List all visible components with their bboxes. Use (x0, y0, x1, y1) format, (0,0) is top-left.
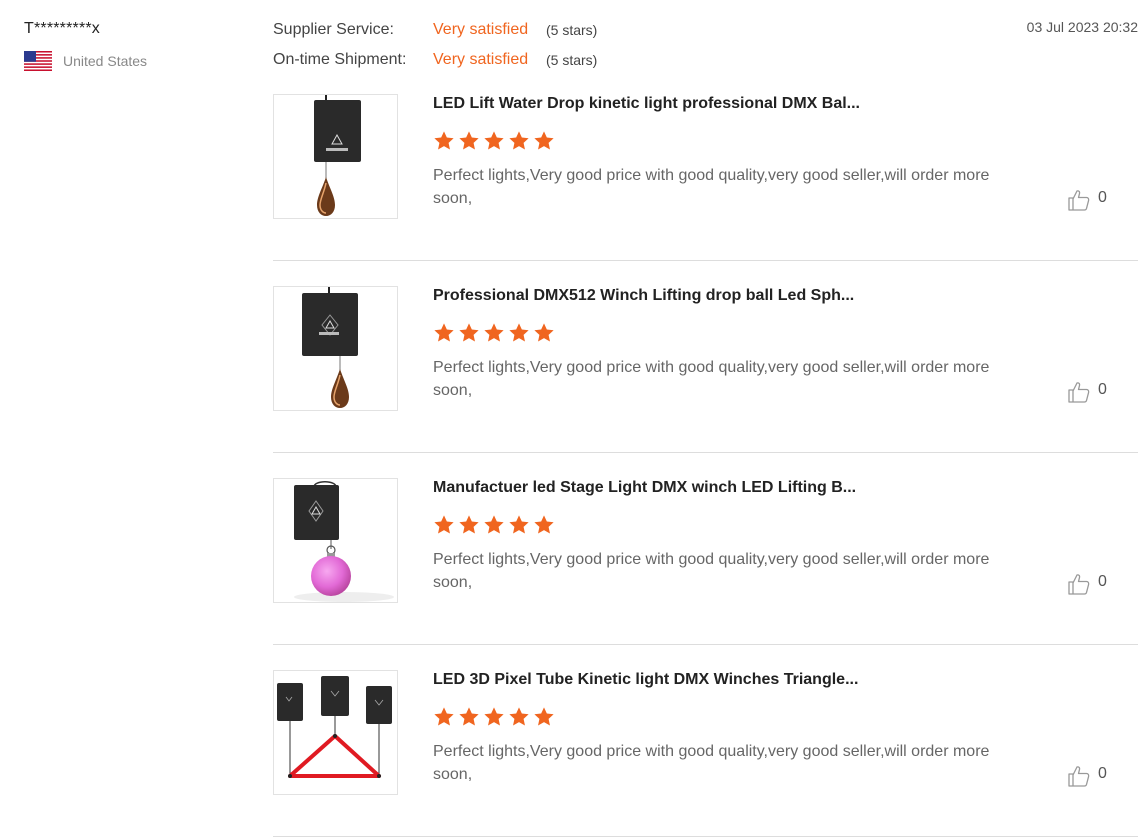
kinetic-water-drop-light-image (314, 95, 361, 216)
product-title[interactable]: Professional DMX512 Winch Lifting drop b… (433, 286, 854, 306)
star-icon (434, 707, 454, 726)
star-icon (459, 323, 479, 342)
reviewer-name: T*********x (24, 20, 101, 37)
country-name: United States (63, 53, 148, 69)
star-icon (484, 131, 504, 150)
product-rating-stars (433, 514, 558, 536)
product-image[interactable] (273, 670, 398, 795)
star-icon (434, 323, 454, 342)
review-comment: Perfect lights,Very good price with good… (433, 359, 990, 399)
product-rating-stars (433, 322, 558, 344)
star-icon (434, 131, 454, 150)
on-time-shipment-value: Very satisfied (433, 51, 529, 68)
star-icon (509, 131, 529, 150)
supplier-service-label: Supplier Service: (273, 21, 394, 38)
thumbs-up-icon[interactable] (1067, 380, 1091, 404)
thumbs-up-icon[interactable] (1067, 188, 1091, 212)
star-icon (534, 131, 554, 150)
star-icon (459, 515, 479, 534)
product-review-item: Professional DMX512 Winch Lifting drop b… (273, 286, 1138, 478)
divider (273, 452, 1138, 453)
on-time-shipment-stars: (5 stars) (546, 52, 598, 68)
thumbs-up-icon[interactable] (1067, 572, 1091, 596)
product-rating-stars (433, 706, 558, 728)
product-image[interactable] (273, 478, 398, 603)
product-review-item: LED Lift Water Drop kinetic light profes… (273, 94, 1138, 286)
reviewer-country: United States (24, 50, 147, 72)
on-time-shipment-label: On-time Shipment: (273, 51, 407, 68)
star-icon (509, 515, 529, 534)
dmx-winch-drop-light-image (302, 287, 358, 408)
review-comment: Perfect lights,Very good price with good… (433, 551, 990, 591)
like-count: 0 (1098, 189, 1107, 206)
like-count: 0 (1098, 573, 1107, 590)
product-review-item: Manufactuer led Stage Light DMX winch LE… (273, 478, 1138, 670)
like-count: 0 (1098, 381, 1107, 398)
divider (273, 836, 1138, 837)
divider (273, 644, 1138, 645)
star-icon (509, 323, 529, 342)
thumbs-up-icon[interactable] (1067, 764, 1091, 788)
product-title[interactable]: LED Lift Water Drop kinetic light profes… (433, 94, 860, 114)
divider (273, 260, 1138, 261)
product-image[interactable] (273, 94, 398, 219)
review-comment: Perfect lights,Very good price with good… (433, 743, 990, 783)
star-icon (434, 515, 454, 534)
star-icon (534, 515, 554, 534)
dmx-winch-pink-ball-image (294, 481, 394, 602)
review-comment: Perfect lights,Very good price with good… (433, 167, 990, 207)
star-icon (534, 323, 554, 342)
star-icon (509, 707, 529, 726)
star-icon (484, 323, 504, 342)
star-icon (459, 707, 479, 726)
star-icon (459, 131, 479, 150)
review-date: 03 Jul 2023 20:32 (1026, 19, 1138, 35)
us-flag-icon (24, 51, 52, 71)
supplier-service-value: Very satisfied (433, 21, 529, 38)
product-rating-stars (433, 130, 558, 152)
product-title[interactable]: Manufactuer led Stage Light DMX winch LE… (433, 478, 856, 498)
star-icon (484, 515, 504, 534)
product-title[interactable]: LED 3D Pixel Tube Kinetic light DMX Winc… (433, 670, 858, 690)
star-icon (534, 707, 554, 726)
like-count: 0 (1098, 765, 1107, 782)
product-image[interactable] (273, 286, 398, 411)
triangle-pixel-tube-winches-image (277, 676, 392, 778)
supplier-service-stars: (5 stars) (546, 22, 598, 38)
supplier-service-rating: Supplier Service: Very satisfied (5 star… (273, 19, 597, 41)
star-icon (484, 707, 504, 726)
on-time-shipment-rating: On-time Shipment: Very satisfied (5 star… (273, 49, 597, 71)
product-review-item: LED 3D Pixel Tube Kinetic light DMX Winc… (273, 670, 1138, 838)
